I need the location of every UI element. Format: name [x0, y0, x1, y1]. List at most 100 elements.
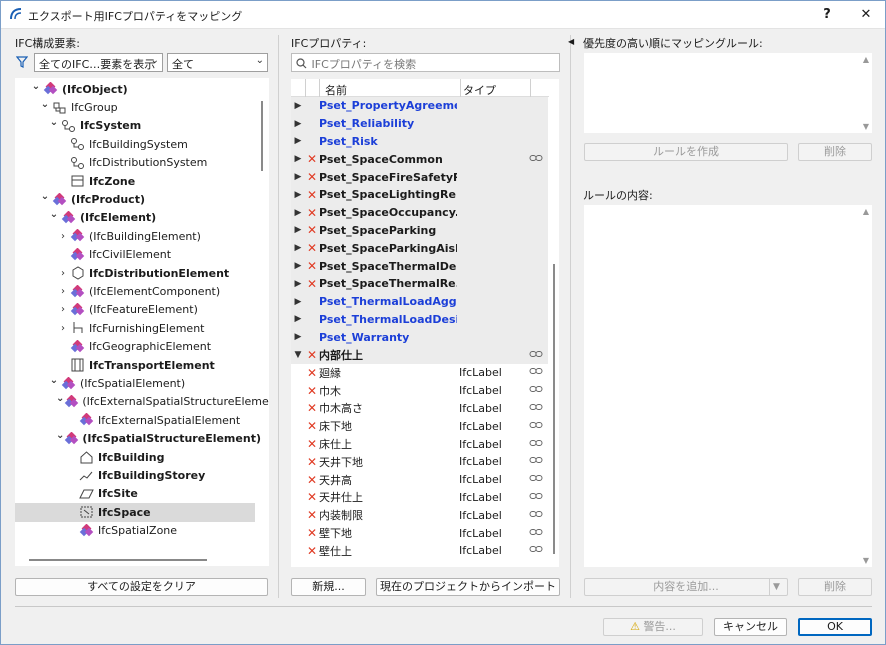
property-row[interactable]: ✕ 天井高 IfcLabel: [291, 471, 548, 489]
tree-item[interactable]: IfcZone: [15, 172, 255, 190]
property-row[interactable]: ✕ 廻縁 IfcLabel: [291, 364, 548, 382]
tree-scrollbar[interactable]: [261, 101, 263, 171]
create-rule-button[interactable]: ルールを作成: [584, 143, 788, 161]
property-row[interactable]: ▶ Pset_PropertyAgreement: [291, 97, 548, 115]
delete-rule-button[interactable]: 削除: [798, 143, 872, 161]
expand-right-icon[interactable]: ▶: [291, 297, 305, 307]
expand-right-icon[interactable]: ›: [56, 304, 70, 315]
col-name-header[interactable]: 名前: [325, 82, 347, 98]
tree-item[interactable]: › (IfcFeatureElement): [15, 301, 255, 319]
mapping-rules-list[interactable]: ▲ ▼: [584, 53, 872, 133]
scroll-down-icon[interactable]: ▼: [863, 556, 869, 565]
property-row[interactable]: ▶ Pset_Risk: [291, 132, 548, 151]
element-filter-dropdown[interactable]: 全てのIFC…要素を表示 ⌄: [34, 53, 163, 72]
property-row[interactable]: ✕ 天井仕上 IfcLabel: [291, 489, 548, 507]
property-row[interactable]: ✕ 内装制限 IfcLabel: [291, 506, 548, 524]
property-row[interactable]: ▶ ✕ Pset_SpaceOccupancy...: [291, 203, 548, 222]
cancel-button[interactable]: キャンセル: [714, 618, 787, 636]
expand-right-icon[interactable]: ▶: [291, 154, 305, 164]
expand-right-icon[interactable]: ›: [56, 323, 70, 334]
scroll-up-icon[interactable]: ▲: [863, 55, 869, 64]
expand-right-icon[interactable]: ▶: [291, 261, 305, 271]
tree-item[interactable]: IfcDistributionSystem: [15, 154, 255, 172]
expand-down-icon[interactable]: ⌄: [38, 99, 52, 110]
property-row[interactable]: ▼ ✕ 内部仕上: [291, 346, 548, 364]
expand-down-icon[interactable]: ⌄: [47, 117, 61, 128]
delete-content-button[interactable]: 削除: [798, 578, 872, 596]
expand-right-icon[interactable]: ›: [56, 268, 70, 279]
tree-item[interactable]: ⌄ (IfcExternalSpatialStructureEleme: [15, 393, 269, 411]
tree-item[interactable]: IfcExternalSpatialElement: [15, 411, 255, 429]
tree-item[interactable]: ⌄ (IfcObject): [15, 80, 255, 98]
tree-item[interactable]: IfcSpatialZone: [15, 522, 255, 540]
property-row[interactable]: ✕ 天井下地 IfcLabel: [291, 453, 548, 471]
chevron-down-icon[interactable]: ▼: [773, 579, 780, 595]
property-row[interactable]: ▶ ✕ Pset_SpaceCommon: [291, 150, 548, 169]
property-row[interactable]: ▶ ✕ Pset_SpaceLightingRe...: [291, 186, 548, 204]
property-row[interactable]: ▶✕Pset_SpaceFireSafetyR...: [291, 168, 548, 186]
tree-item[interactable]: › (IfcElementComponent): [15, 282, 255, 300]
tree-item[interactable]: › IfcFurnishingElement: [15, 319, 255, 337]
rule-content-area[interactable]: ▲ ▼: [584, 205, 872, 567]
clear-all-button[interactable]: すべての設定をクリア: [15, 578, 268, 596]
tree-item[interactable]: IfcGeographicElement: [15, 338, 255, 356]
warning-button[interactable]: ⚠ 警告...: [603, 618, 703, 636]
property-row[interactable]: ✕ 巾木高さ IfcLabel: [291, 400, 548, 418]
tree-item[interactable]: IfcBuildingSystem: [15, 135, 255, 153]
expand-down-icon[interactable]: ⌄: [47, 375, 61, 386]
tree-item[interactable]: ⌄ (IfcSpatialStructureElement): [15, 430, 261, 448]
property-row[interactable]: ▶ Pset_ThermalLoadDesi...: [291, 310, 548, 329]
property-row[interactable]: ✕ 巾木 IfcLabel: [291, 382, 548, 400]
new-property-button[interactable]: 新規...: [291, 578, 366, 596]
scroll-up-icon[interactable]: ▲: [863, 207, 869, 216]
property-row[interactable]: ▶ ✕ Pset_SpaceParkingAisle: [291, 239, 548, 258]
expand-down-icon[interactable]: ⌄: [47, 209, 61, 220]
property-search-input[interactable]: IFCプロパティを検索: [291, 53, 560, 72]
expand-down-icon[interactable]: ▼: [291, 350, 305, 360]
scope-filter-dropdown[interactable]: 全て ⌄: [167, 53, 268, 72]
expand-right-icon[interactable]: ▶: [291, 225, 305, 235]
property-row[interactable]: ✕ 壁下地 IfcLabel: [291, 524, 548, 542]
tree-item[interactable]: IfcBuilding: [15, 448, 255, 466]
expand-right-icon[interactable]: ▶: [291, 332, 305, 342]
expand-down-icon[interactable]: ⌄: [56, 393, 64, 404]
expand-right-icon[interactable]: ▶: [291, 119, 305, 129]
help-button[interactable]: ?: [815, 5, 839, 25]
property-scrollbar[interactable]: [553, 264, 555, 554]
col-type-header[interactable]: タイプ: [463, 82, 496, 98]
ok-button[interactable]: OK: [798, 618, 872, 636]
expand-down-icon[interactable]: ⌄: [38, 191, 52, 202]
expand-right-icon[interactable]: ›: [56, 286, 70, 297]
expand-right-icon[interactable]: ▶: [291, 172, 305, 182]
property-row[interactable]: ✕ 床仕上 IfcLabel: [291, 435, 548, 453]
expand-down-icon[interactable]: ⌄: [29, 81, 43, 92]
tree-item[interactable]: › IfcDistributionElement: [15, 264, 255, 282]
collapse-arrow-icon[interactable]: ◀: [568, 37, 574, 46]
expand-right-icon[interactable]: ›: [56, 231, 70, 242]
property-row[interactable]: ✕ 壁仕上 IfcLabel: [291, 542, 548, 560]
tree-item[interactable]: IfcTransportElement: [15, 356, 255, 374]
tree-hscrollbar[interactable]: [29, 559, 207, 561]
property-row[interactable]: ▶ Pset_ThermalLoadAgg...: [291, 292, 548, 311]
expand-right-icon[interactable]: ▶: [291, 279, 305, 289]
close-button[interactable]: ✕: [854, 5, 878, 25]
tree-item[interactable]: IfcCivilElement: [15, 246, 255, 264]
tree-item[interactable]: ⌄ (IfcElement): [15, 209, 255, 227]
import-from-project-button[interactable]: 現在のプロジェクトからインポート: [376, 578, 560, 596]
expand-right-icon[interactable]: ▶: [291, 101, 305, 111]
tree-item[interactable]: › (IfcBuildingElement): [15, 227, 255, 245]
property-row[interactable]: ▶ ✕ Pset_SpaceThermalDe...: [291, 257, 548, 275]
tree-item[interactable]: IfcBuildingStorey: [15, 466, 255, 484]
property-row[interactable]: ▶ ✕ Pset_SpaceThermalRe...: [291, 275, 548, 293]
tree-item[interactable]: IfcSite: [15, 485, 255, 503]
expand-down-icon[interactable]: ⌄: [56, 430, 64, 441]
tree-item[interactable]: ⌄ (IfcProduct): [15, 190, 255, 208]
property-row[interactable]: ▶ ✕ Pset_SpaceParking: [291, 221, 548, 240]
add-content-button[interactable]: 内容を追加... ▼: [584, 578, 788, 596]
tree-item[interactable]: IfcSpace: [15, 503, 255, 522]
expand-right-icon[interactable]: ▶: [291, 314, 305, 324]
expand-right-icon[interactable]: ▶: [291, 136, 305, 146]
property-row[interactable]: ▶ Pset_Reliability: [291, 114, 548, 133]
filter-icon[interactable]: [15, 56, 29, 68]
tree-item[interactable]: ⌄ IfcGroup: [15, 98, 255, 116]
